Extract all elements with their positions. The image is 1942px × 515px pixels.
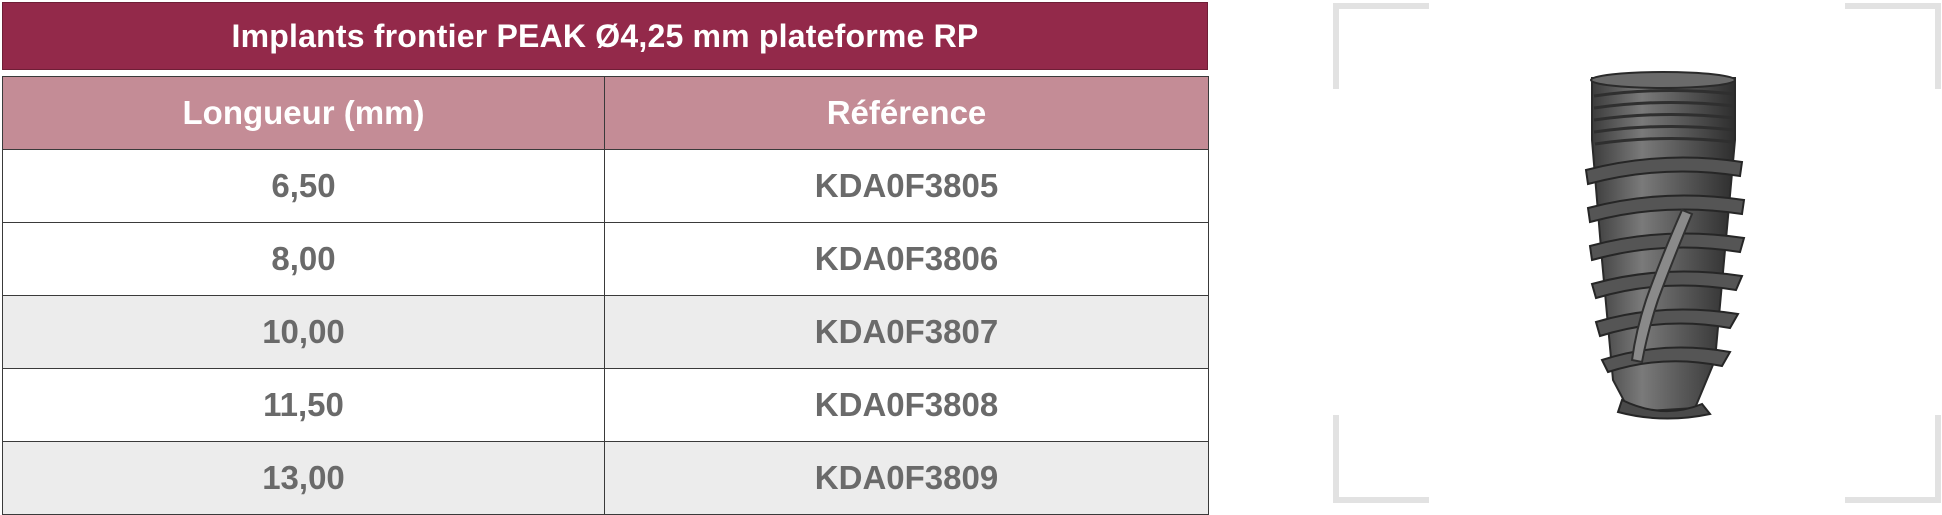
table-row: 8,00 KDA0F3806 xyxy=(2,222,1209,296)
header-reference: Référence xyxy=(604,76,1209,150)
implant-image-panel xyxy=(1330,0,1942,504)
length-cell: 10,00 xyxy=(2,295,605,369)
table-row: 11,50 KDA0F3808 xyxy=(2,368,1209,442)
product-table: Implants frontier PEAK Ø4,25 mm platefor… xyxy=(0,0,1210,515)
reference-table: Longueur (mm) Référence 6,50 KDA0F3805 8… xyxy=(2,76,1209,515)
reference-cell: KDA0F3806 xyxy=(604,222,1209,296)
length-cell: 8,00 xyxy=(2,222,605,296)
dental-implant-icon xyxy=(1584,71,1746,420)
reference-cell: KDA0F3807 xyxy=(604,295,1209,369)
table-row: 6,50 KDA0F3805 xyxy=(2,149,1209,223)
length-cell: 11,50 xyxy=(2,368,605,442)
length-cell: 6,50 xyxy=(2,149,605,223)
table-row: 10,00 KDA0F3807 xyxy=(2,295,1209,369)
reference-cell: KDA0F3805 xyxy=(604,149,1209,223)
reference-cell: KDA0F3808 xyxy=(604,368,1209,442)
header-row: Longueur (mm) Référence xyxy=(2,76,1209,150)
page: Implants frontier PEAK Ø4,25 mm platefor… xyxy=(0,0,1942,515)
header-length: Longueur (mm) xyxy=(2,76,605,150)
table-title: Implants frontier PEAK Ø4,25 mm platefor… xyxy=(2,2,1208,70)
